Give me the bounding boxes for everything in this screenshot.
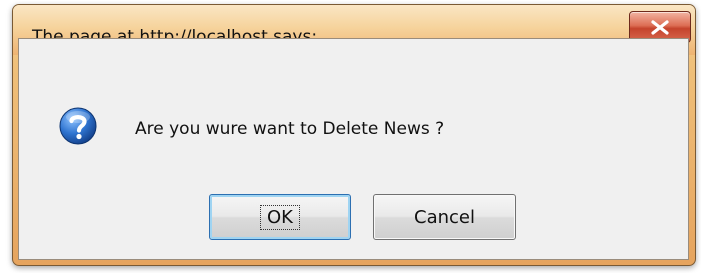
confirm-dialog: The page at http://localhost says: Are y… — [12, 4, 696, 266]
cancel-button[interactable]: Cancel — [373, 194, 516, 240]
ok-button[interactable]: OK — [209, 194, 351, 240]
dialog-body: Are you wure want to Delete News ? OK Ca… — [18, 38, 689, 260]
question-icon — [59, 107, 97, 145]
cancel-button-label: Cancel — [414, 206, 475, 228]
dialog-message: Are you wure want to Delete News ? — [135, 119, 445, 139]
close-x-icon — [651, 20, 669, 35]
ok-button-label: OK — [260, 204, 300, 230]
